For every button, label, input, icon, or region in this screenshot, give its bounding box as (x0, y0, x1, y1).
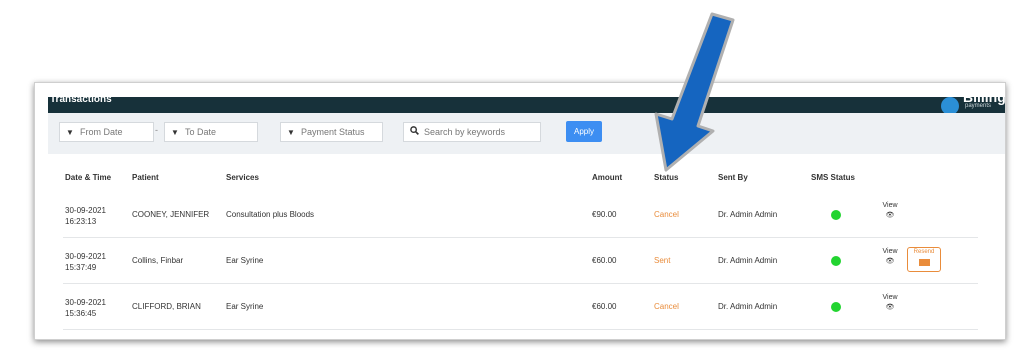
row-datetime: 30-09-2021 16:23:13 (65, 205, 106, 227)
view-button[interactable]: View 👁 (881, 293, 899, 313)
row-time: 16:23:13 (65, 217, 97, 226)
row-datetime: 30-09-2021 15:36:45 (65, 297, 106, 319)
eye-icon: 👁 (885, 212, 895, 219)
transactions-panel: Transactions Billing payments ▼ From Date… (34, 82, 1006, 340)
search-icon (404, 124, 424, 142)
logo-subtext: payments (965, 103, 992, 109)
view-label: View (882, 202, 898, 209)
col-status: Status (654, 173, 679, 182)
view-label: View (882, 294, 898, 301)
row-status: Sent (654, 256, 671, 265)
chevron-down-icon: ▼ (66, 128, 74, 137)
row-sent-by: Dr. Admin Admin (718, 210, 778, 219)
view-label: View (882, 248, 898, 255)
table-row: 30-09-2021 16:23:13 COONEY, JENNIFER Con… (63, 191, 978, 238)
row-patient: Collins, Finbar (132, 256, 184, 265)
row-date: 30-09-2021 (65, 252, 106, 261)
row-service: Consultation plus Bloods (226, 210, 315, 219)
row-amount: €60.00 (592, 302, 617, 311)
resend-button[interactable]: Resend (907, 247, 941, 272)
chevron-down-icon: ▼ (171, 128, 179, 137)
to-date-select[interactable]: ▼ To Date (164, 122, 258, 142)
col-services: Services (226, 173, 259, 182)
view-button[interactable]: View 👁 (881, 201, 899, 221)
sms-status-indicator (831, 256, 841, 266)
row-status: Cancel (654, 302, 679, 311)
row-date: 30-09-2021 (65, 206, 106, 215)
filter-bar: ▼ From Date - ▼ To Date ▼ Payment Status Se… (48, 113, 1005, 154)
to-date-label: To Date (185, 127, 217, 137)
payment-status-label: Payment Status (301, 127, 365, 137)
row-service: Ear Syrine (226, 256, 264, 265)
row-time: 15:36:45 (65, 309, 97, 318)
row-time: 15:37:49 (65, 263, 97, 272)
col-date-time: Date & Time (65, 173, 112, 182)
col-patient: Patient (132, 173, 159, 182)
row-amount: €60.00 (592, 256, 617, 265)
logo-icon (941, 97, 959, 113)
row-date: 30-09-2021 (65, 298, 106, 307)
from-date-select[interactable]: ▼ From Date (59, 122, 154, 142)
date-separator: - (155, 125, 158, 135)
sms-status-indicator (831, 302, 841, 312)
eye-icon: 👁 (885, 258, 895, 265)
envelope-icon (918, 259, 930, 266)
view-button[interactable]: View 👁 (881, 247, 899, 267)
search-input[interactable]: Search by keywords (403, 122, 541, 142)
col-sms-status: SMS Status (811, 173, 856, 182)
chevron-down-icon: ▼ (287, 128, 295, 137)
payment-status-select[interactable]: ▼ Payment Status (280, 122, 383, 142)
row-sent-by: Dr. Admin Admin (718, 302, 778, 311)
row-patient: COONEY, JENNIFER (132, 210, 210, 219)
apply-button[interactable]: Apply (566, 121, 602, 142)
row-patient: CLIFFORD, BRIAN (132, 302, 201, 311)
resend-label: Resend (913, 249, 935, 255)
sms-status-indicator (831, 210, 841, 220)
row-status: Cancel (654, 210, 679, 219)
row-sent-by: Dr. Admin Admin (718, 256, 778, 265)
table-row: 30-09-2021 15:37:49 Collins, Finbar Ear … (63, 237, 978, 284)
search-placeholder: Search by keywords (424, 127, 506, 137)
row-service: Ear Syrine (226, 302, 264, 311)
col-sent-by: Sent By (718, 173, 748, 182)
col-amount: Amount (592, 173, 623, 182)
row-amount: €90.00 (592, 210, 617, 219)
panel-header: Transactions Billing payments (48, 97, 1005, 113)
table-row: 30-09-2021 15:36:45 CLIFFORD, BRIAN Ear … (63, 283, 978, 330)
page-title: Transactions (50, 97, 112, 105)
brand-logo: Billing payments (941, 97, 1005, 113)
eye-icon: 👁 (885, 304, 895, 311)
row-datetime: 30-09-2021 15:37:49 (65, 251, 106, 273)
from-date-label: From Date (80, 127, 123, 137)
